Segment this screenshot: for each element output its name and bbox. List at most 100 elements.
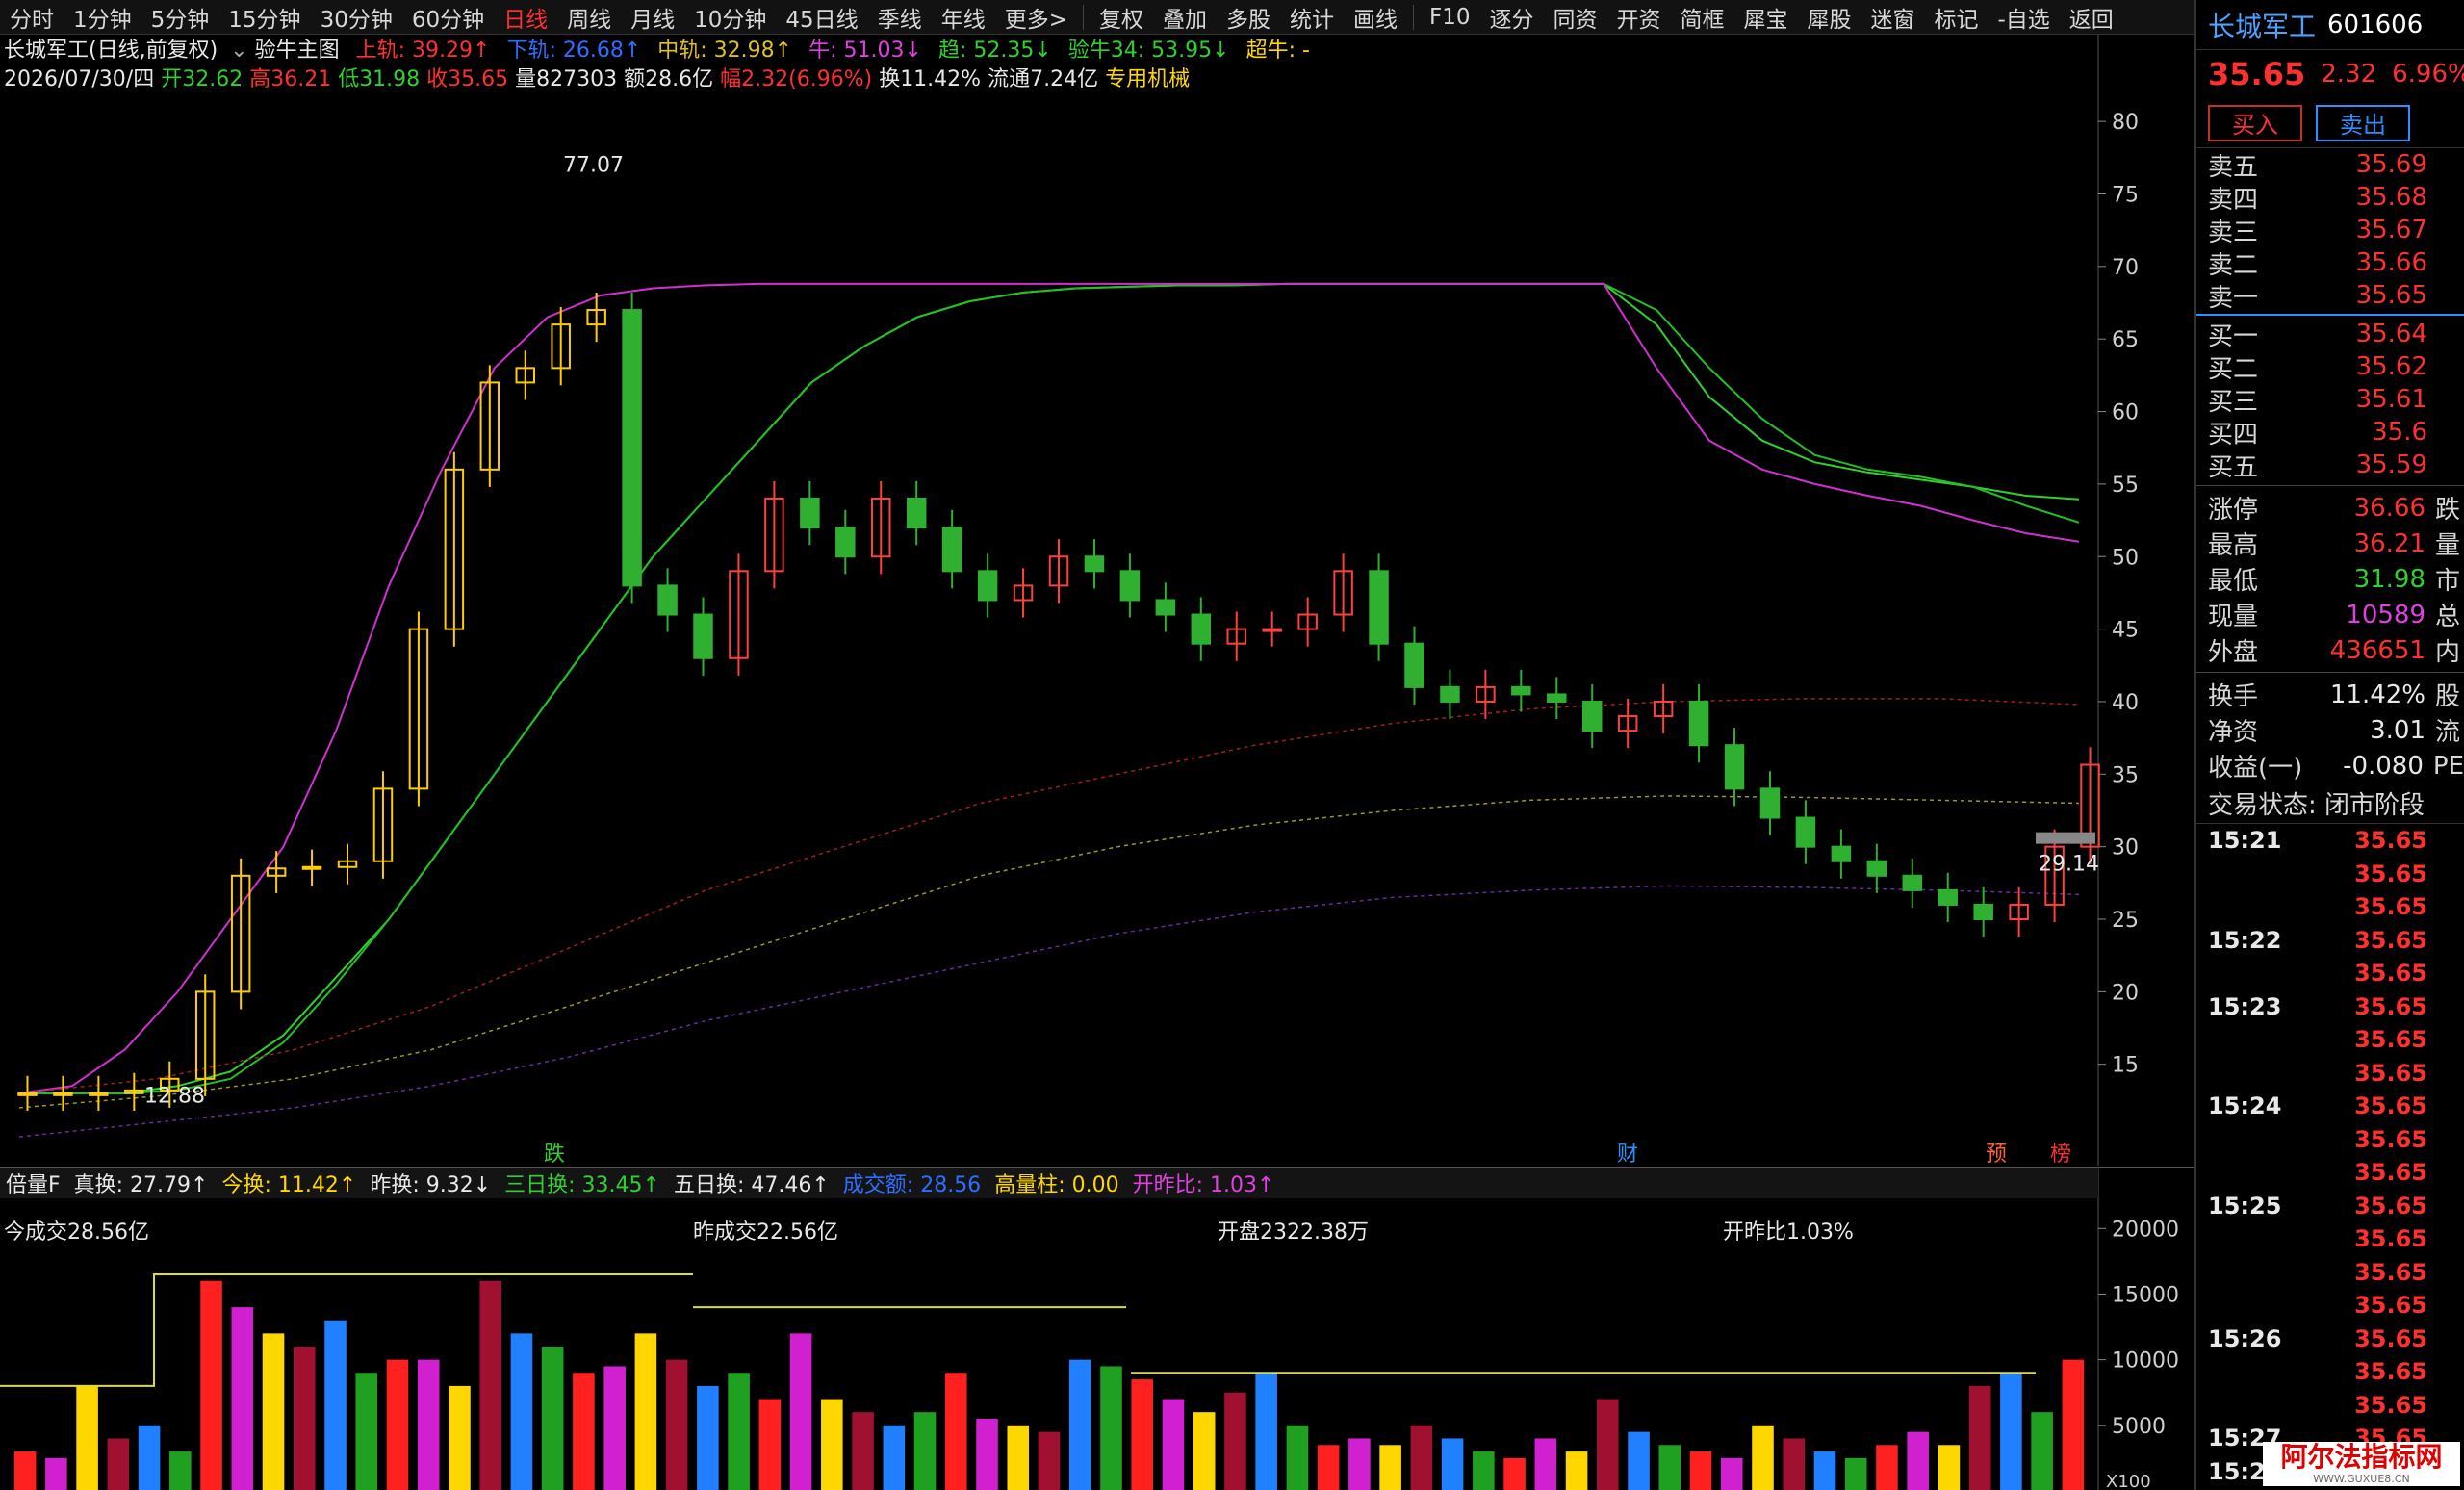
volume-bar (262, 1333, 285, 1490)
buys-level[interactable]: 买四 35.6 (2196, 416, 2464, 450)
stat-cut-label: PE (2432, 751, 2464, 781)
buy-button[interactable]: 买入 (2208, 104, 2302, 141)
toolbar-item[interactable]: 迷窗 (1861, 1, 1924, 34)
buys-level[interactable]: 买一 35.64 (2196, 318, 2464, 351)
toolbar-item[interactable]: 复权 (1090, 1, 1153, 34)
sells-level[interactable]: 卖三 35.67 (2196, 214, 2464, 247)
buys-level-label: 买一 (2208, 321, 2259, 351)
sells-level-price: 35.68 (2355, 183, 2427, 212)
buys-level[interactable]: 买二 35.62 (2196, 350, 2464, 384)
toolbar-item[interactable]: 5分钟 (141, 1, 219, 34)
toolbar-item[interactable]: 15分钟 (218, 1, 310, 34)
stat-value: -0.080 (2343, 751, 2424, 781)
candle-body (1902, 874, 1923, 891)
event-marker: 财 (1617, 1143, 1638, 1166)
toolbar-item[interactable]: 10分钟 (684, 1, 776, 34)
toolbar-item[interactable]: 月线 (621, 1, 684, 34)
toolbar-item[interactable]: 年线 (932, 1, 995, 34)
true-turnover: 真换: 27.79↑ (73, 1173, 209, 1197)
volume-bar (1658, 1445, 1681, 1490)
stat-row: 收益(一) -0.080 PE (2196, 748, 2464, 784)
indicator-name[interactable]: 验牛主图 (255, 39, 340, 63)
watermark-url: WWW.GUXUE8.CN (2313, 1473, 2410, 1485)
toolbar-item[interactable]: 同资 (1543, 1, 1606, 34)
buys-level-label: 买四 (2208, 420, 2259, 450)
toolbar-item[interactable]: 犀股 (1797, 1, 1861, 34)
vol-unit-label: X100 (2106, 1472, 2151, 1490)
middle-band-line (18, 795, 2080, 1109)
candle-body (1119, 570, 1141, 602)
tick-price: 35.65 (2354, 1192, 2427, 1220)
toolbar-item[interactable]: 画线 (1344, 1, 1407, 34)
toolbar-item[interactable]: 45日线 (776, 1, 867, 34)
toolbar-item[interactable]: F10 (1420, 5, 1480, 30)
tick-price: 35.65 (2354, 926, 2427, 954)
sells-level[interactable]: 卖四 35.68 (2196, 181, 2464, 215)
sells-level[interactable]: 卖二 35.66 (2196, 246, 2464, 280)
toolbar-item[interactable]: 季线 (868, 1, 932, 34)
sells-level-price: 35.66 (2355, 248, 2427, 277)
volume-indicator-name[interactable]: 倍量F (6, 1168, 61, 1198)
indicator-toggle-icon[interactable]: ⌄ (230, 39, 247, 63)
bar-amount: 额28.6亿 (624, 67, 714, 91)
event-marker: 跌 (544, 1143, 565, 1166)
stat-label: 最低 (2208, 567, 2259, 596)
candle-body (977, 570, 998, 602)
y-tick-label: 40 (2112, 691, 2139, 715)
toolbar-item[interactable]: 分时 (0, 1, 64, 34)
tick-price: 35.65 (2354, 1026, 2427, 1054)
volume-bar (1783, 1438, 1806, 1490)
y-tick-label: 55 (2112, 474, 2139, 498)
tick-list[interactable]: 15:21 35.65 35.65 35.65 15:22 35.65 35.65 15:23… (2196, 824, 2464, 1488)
volume-bar (1844, 1457, 1867, 1490)
toolbar-item[interactable]: 30分钟 (311, 1, 402, 34)
bar-low: 低31.98 (338, 67, 421, 91)
candle-body (1547, 693, 1567, 703)
buys-level-price: 35.59 (2355, 450, 2427, 479)
candle-body (941, 527, 962, 573)
sells-level-label: 卖一 (2208, 283, 2259, 313)
toolbar-item[interactable]: 标记 (1924, 1, 1988, 34)
buys-level-label: 买五 (2208, 452, 2259, 482)
sells-level[interactable]: 卖五 35.69 (2196, 148, 2464, 182)
stat-label: 最高 (2208, 531, 2259, 560)
candle-body (53, 1092, 73, 1096)
tick-time: 15:25 (2208, 1192, 2282, 1220)
toolbar-item[interactable]: 简框 (1670, 1, 1733, 34)
buys-level-label: 买三 (2208, 387, 2259, 417)
tick-price: 35.65 (2354, 1125, 2427, 1153)
volume-bar (1162, 1399, 1185, 1490)
amount-label: 成交额: 28.56 (842, 1173, 982, 1197)
volume-bar (573, 1373, 595, 1490)
buys-level[interactable]: 买三 35.61 (2196, 383, 2464, 417)
toolbar-item[interactable]: 1分钟 (64, 1, 141, 34)
toolbar-item[interactable]: 多股 (1217, 1, 1280, 34)
sell-button[interactable]: 卖出 (2316, 104, 2410, 141)
tick-price: 35.65 (2354, 827, 2427, 855)
sells-level[interactable]: 卖一 35.65 (2196, 279, 2464, 313)
toolbar-item[interactable]: 开资 (1606, 1, 1670, 34)
volume-bar (1286, 1425, 1309, 1490)
toolbar-item[interactable]: 返回 (2060, 1, 2123, 34)
volume-annotation: 今成交28.56亿 (4, 1220, 149, 1245)
toolbar-item[interactable]: 更多> (995, 1, 1077, 34)
toolbar-item[interactable]: 60分钟 (402, 1, 494, 34)
y-tick-label: 15 (2112, 1054, 2139, 1078)
min-price-label: 12.88 (144, 1085, 205, 1109)
toolbar-item[interactable]: 逐分 (1479, 1, 1543, 34)
stat-label: 外盘 (2208, 638, 2259, 667)
stat-value: 31.98 (2353, 564, 2426, 594)
toolbar-item[interactable]: 叠加 (1153, 1, 1217, 34)
sells-level-label: 卖四 (2208, 185, 2259, 215)
toolbar-item[interactable]: 统计 (1280, 1, 1344, 34)
volume-bar (1597, 1399, 1619, 1490)
volume-bar (1565, 1451, 1588, 1490)
toolbar-item[interactable]: 犀宝 (1733, 1, 1797, 34)
toolbar-item[interactable]: -自选 (1988, 1, 2059, 34)
toolbar-item[interactable]: 周线 (557, 1, 621, 34)
buys-level[interactable]: 买五 35.59 (2196, 449, 2464, 482)
stat-row: 净资 3.01 流 (2196, 712, 2464, 748)
stat-cut-label: 内 (2435, 638, 2461, 667)
candle-body (800, 497, 820, 529)
toolbar-item[interactable]: 日线 (494, 1, 557, 34)
